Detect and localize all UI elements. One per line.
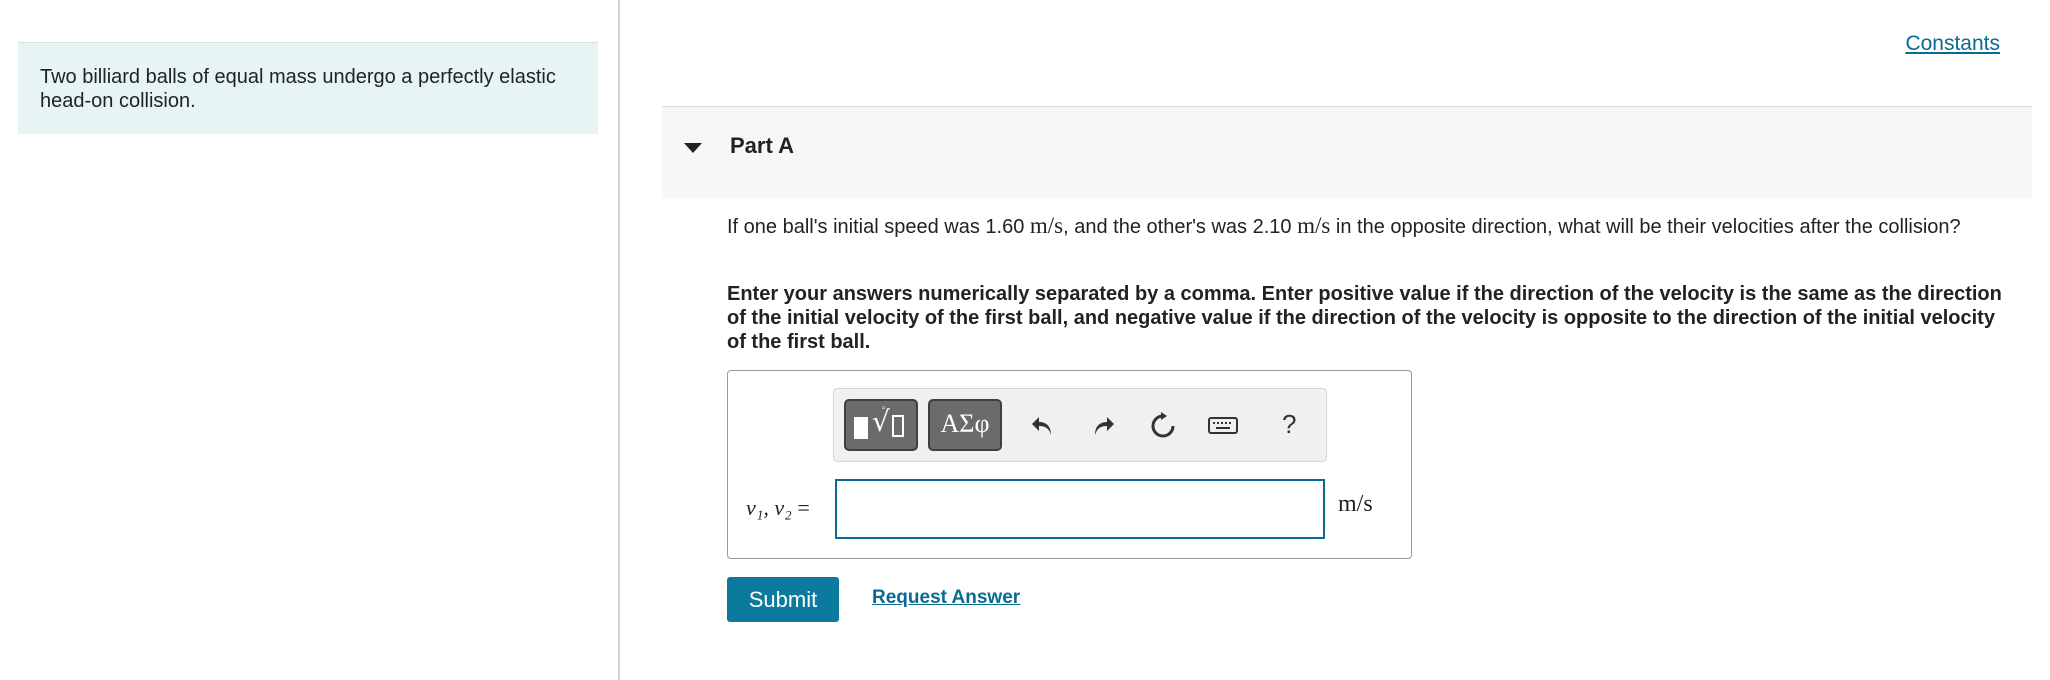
submit-button[interactable]: Submit <box>727 577 839 622</box>
templates-button[interactable]: ▫ √ <box>844 399 918 451</box>
help-icon[interactable]: ? <box>1282 409 1296 440</box>
question-unit-1: m/s <box>1029 213 1064 238</box>
question-unit-2: m/s <box>1297 213 1331 238</box>
math-toolbar: ▫ √ ΑΣφ ? <box>833 388 1327 462</box>
part-title: Part A <box>730 133 794 158</box>
unit-label: m/s <box>1338 491 1373 517</box>
templates-icon <box>854 417 868 439</box>
variable-label: v₁, v₂ = <box>746 495 810 521</box>
symbols-label: ΑΣφ <box>940 409 990 438</box>
reset-icon[interactable] <box>1146 411 1180 443</box>
variable-name: v₁, v₂ <box>746 495 792 520</box>
equals-sign: = <box>797 495 810 520</box>
constants-link[interactable]: Constants <box>1905 32 2000 56</box>
symbols-button[interactable]: ΑΣφ <box>928 399 1002 451</box>
keyboard-icon[interactable] <box>1206 411 1240 443</box>
pane-divider[interactable] <box>618 0 620 680</box>
question-text-1: If one ball's initial speed was 1.60 <box>727 216 1030 238</box>
answer-instructions: Enter your answers numerically separated… <box>727 283 2002 353</box>
part-header[interactable]: Part A <box>662 106 2032 198</box>
question-text-3: in the opposite direction, what will be … <box>1330 216 1961 238</box>
radical-icon: √ <box>872 405 890 438</box>
request-answer-link[interactable]: Request Answer <box>872 587 1020 609</box>
question-text: If one ball's initial speed was 1.60 m/s… <box>727 212 2017 241</box>
collapse-triangle-icon[interactable] <box>684 143 702 153</box>
undo-icon[interactable] <box>1026 411 1060 443</box>
problem-statement: Two billiard balls of equal mass undergo… <box>18 42 598 134</box>
problem-pane: Two billiard balls of equal mass undergo… <box>0 0 618 680</box>
redo-icon[interactable] <box>1086 411 1120 443</box>
question-text-2: , and the other's was 2.10 <box>1063 216 1298 238</box>
answer-input[interactable] <box>835 479 1325 539</box>
answer-box: ▫ √ ΑΣφ ? v₁, v₂ = m/s <box>727 370 1412 559</box>
